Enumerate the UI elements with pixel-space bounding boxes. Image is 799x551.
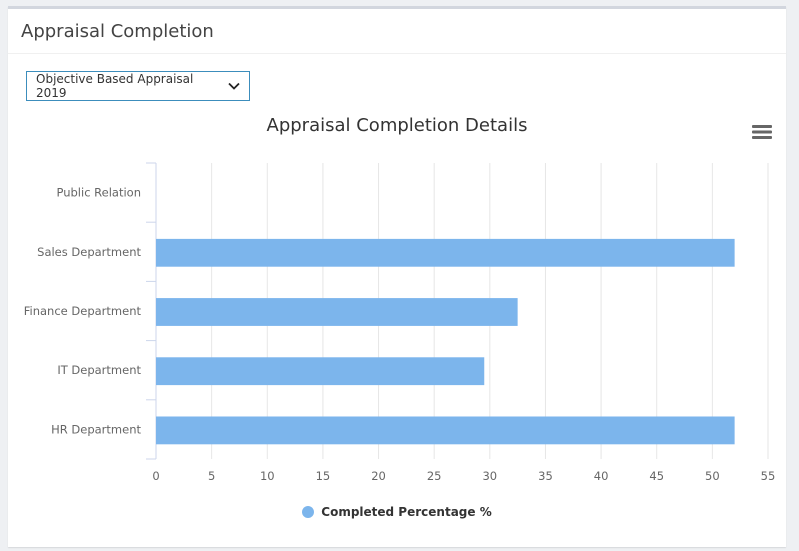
x-tick-label: 35 <box>538 469 553 483</box>
x-tick-label: 15 <box>316 469 331 483</box>
bar <box>156 238 735 267</box>
x-tick-label: 55 <box>761 469 776 483</box>
x-tick-label: 5 <box>208 469 215 483</box>
bar <box>156 416 735 445</box>
x-tick-label: 20 <box>371 469 386 483</box>
category-label: HR Department <box>51 422 141 436</box>
x-tick-label: 40 <box>594 469 609 483</box>
appraisal-panel: Appraisal Completion Objective Based App… <box>8 6 786 547</box>
bar <box>156 298 518 326</box>
category-label: Public Relation <box>56 186 141 200</box>
x-tick-label: 0 <box>152 469 159 483</box>
x-tick-label: 45 <box>649 469 664 483</box>
bar <box>156 357 485 386</box>
x-tick-label: 30 <box>482 469 497 483</box>
x-tick-label: 10 <box>260 469 275 483</box>
legend-label: Completed Percentage % <box>321 505 492 519</box>
legend-marker <box>302 506 315 518</box>
category-label: Sales Department <box>37 245 141 259</box>
chart-legend[interactable]: Completed Percentage % <box>8 505 786 519</box>
category-label: IT Department <box>57 363 141 377</box>
bar-chart: Public Relation Sales Department Finance D… <box>24 162 776 483</box>
category-label: Finance Department <box>24 304 142 318</box>
x-tick-label: 50 <box>705 469 720 483</box>
x-tick-label: 25 <box>427 469 442 483</box>
